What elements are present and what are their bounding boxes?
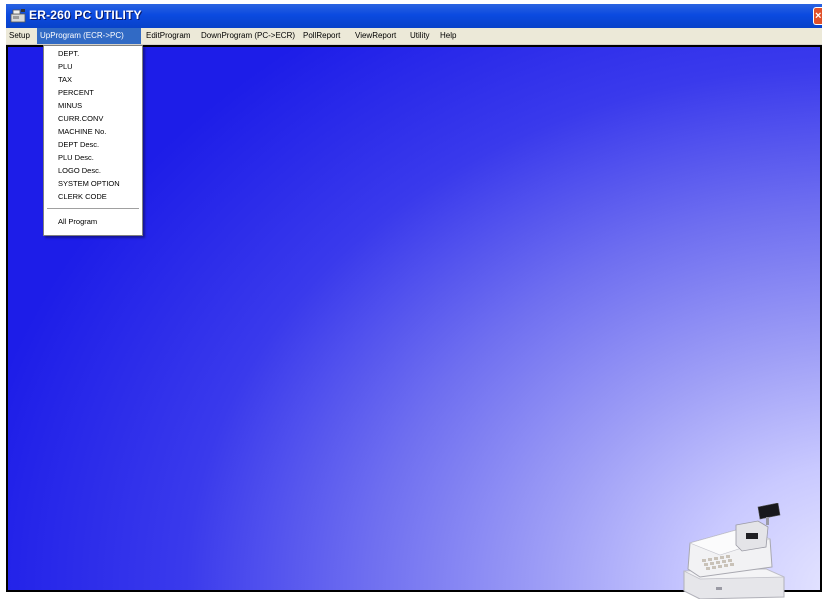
upprogram-dropdown-menu: DEPT. PLU TAX PERCENT MINUS CURR.CONV MA… xyxy=(43,45,143,236)
menu-pollreport[interactable]: PollReport xyxy=(300,28,343,44)
menu-editprogram[interactable]: EditProgram xyxy=(143,28,193,44)
dropdown-item-logo-desc[interactable]: LOGO Desc. xyxy=(58,165,101,177)
dropdown-item-machine-no[interactable]: MACHINE No. xyxy=(58,126,106,138)
menu-downprogram[interactable]: DownProgram (PC->ECR) xyxy=(198,28,298,44)
dropdown-item-clerk-code[interactable]: CLERK CODE xyxy=(58,191,107,203)
dropdown-item-dept-desc[interactable]: DEPT Desc. xyxy=(58,139,99,151)
menu-utility[interactable]: Utility xyxy=(407,28,433,44)
dropdown-item-percent[interactable]: PERCENT xyxy=(58,87,94,99)
dropdown-item-dept[interactable]: DEPT. xyxy=(58,48,79,60)
dropdown-item-all-program[interactable]: All Program xyxy=(58,216,97,228)
close-icon[interactable]: × xyxy=(813,7,822,25)
window-title: ER-260 PC UTILITY xyxy=(29,8,142,22)
dropdown-item-curr-conv[interactable]: CURR.CONV xyxy=(58,113,103,125)
title-bar[interactable]: ER-260 PC UTILITY × xyxy=(6,4,822,28)
menu-bar: Setup UpProgram (ECR->PC) EditProgram Do… xyxy=(6,28,822,45)
dropdown-item-system-option[interactable]: SYSTEM OPTION xyxy=(58,178,120,190)
cash-register-app-icon xyxy=(10,9,26,23)
menu-upprogram[interactable]: UpProgram (ECR->PC) xyxy=(37,28,141,44)
dropdown-separator xyxy=(47,208,139,209)
app-window: ER-260 PC UTILITY × Setup UpProgram (ECR… xyxy=(6,4,822,599)
dropdown-item-minus[interactable]: MINUS xyxy=(58,100,82,112)
menu-help[interactable]: Help xyxy=(437,28,459,44)
dropdown-item-plu-desc[interactable]: PLU Desc. xyxy=(58,152,94,164)
dropdown-item-tax[interactable]: TAX xyxy=(58,74,72,86)
dropdown-item-plu[interactable]: PLU xyxy=(58,61,73,73)
cash-register-illustration xyxy=(683,503,785,599)
menu-setup[interactable]: Setup xyxy=(6,28,33,44)
menu-viewreport[interactable]: ViewReport xyxy=(352,28,399,44)
